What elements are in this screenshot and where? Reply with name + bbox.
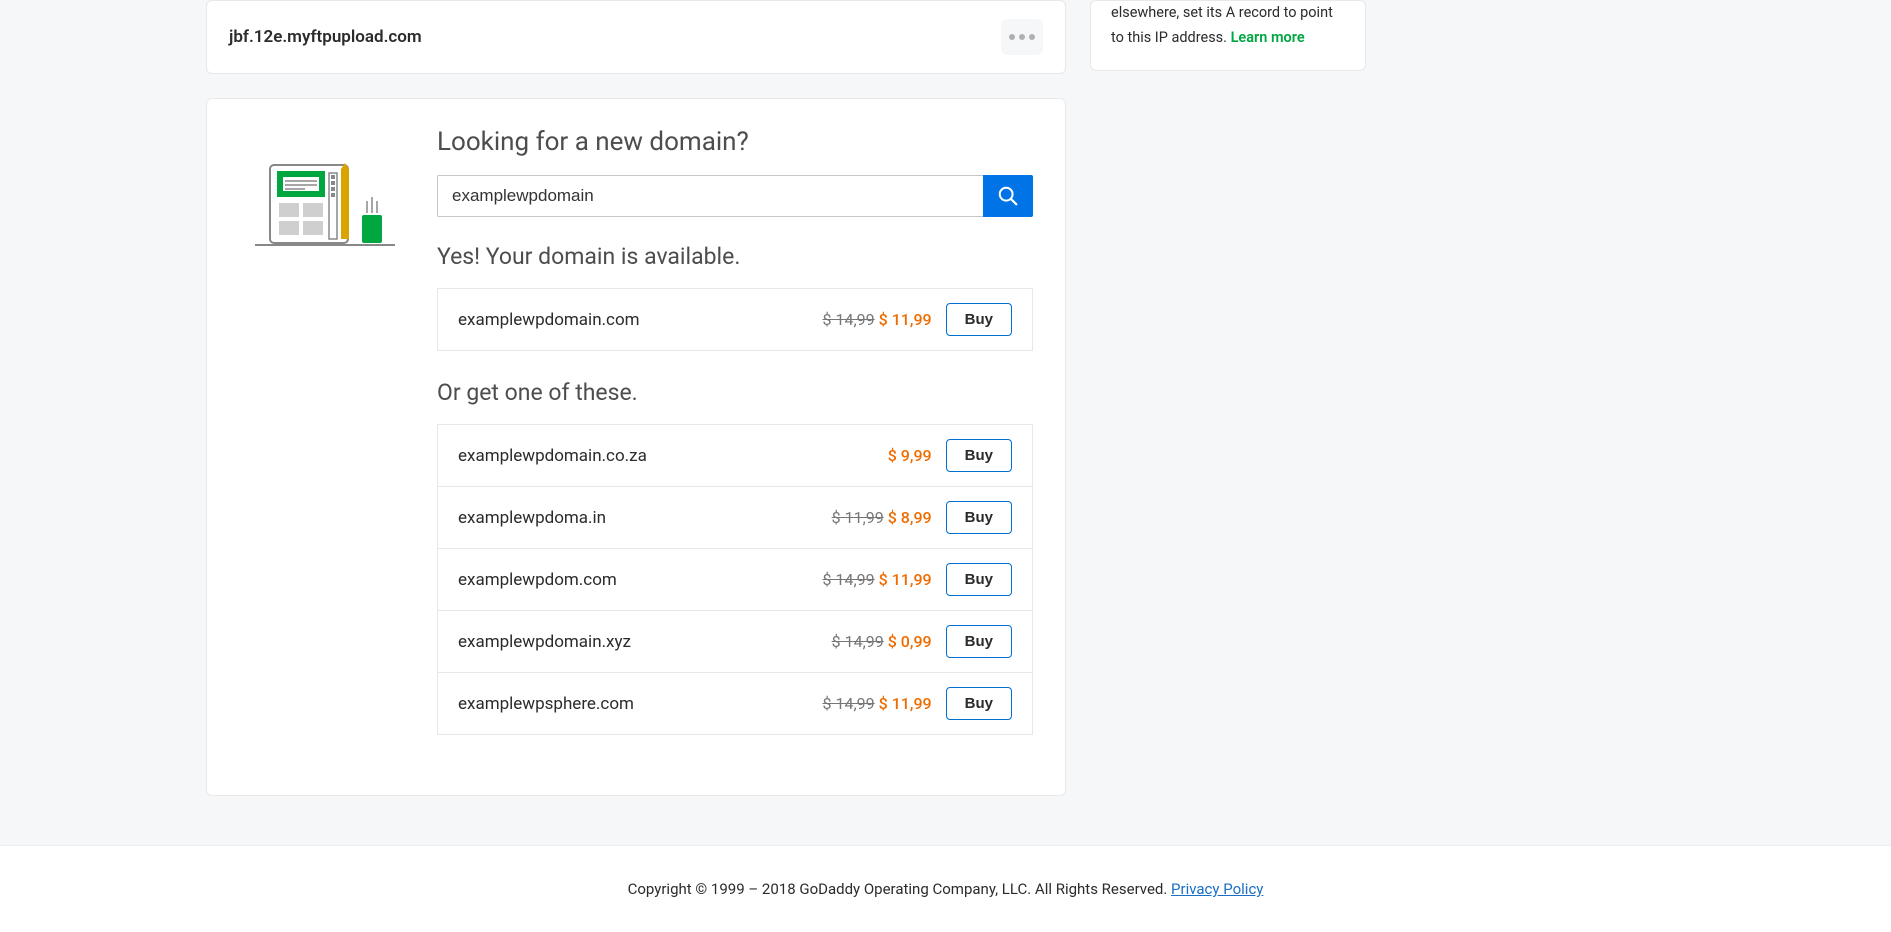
buy-button[interactable]: Buy — [946, 625, 1012, 658]
domain-name: examplewpdomain.co.za — [458, 446, 647, 466]
price-wrap: $ 11,99$ 8,99 — [832, 508, 932, 527]
price-old: $ 11,99 — [832, 508, 884, 527]
primary-result-group: examplewpdomain.com $ 14,99 $ 11,99 Buy — [437, 288, 1033, 351]
dot-icon — [1019, 34, 1025, 40]
price-wrap: $ 9,99 — [888, 446, 932, 465]
domain-result-row: examplewpdomain.xyz $ 14,99$ 0,99 Buy — [437, 610, 1033, 673]
search-row — [437, 175, 1033, 217]
alternatives-heading: Or get one of these. — [437, 379, 1033, 406]
price-wrap: $ 14,99$ 0,99 — [832, 632, 932, 651]
learn-more-link[interactable]: Learn more — [1231, 29, 1305, 46]
domain-result-row: examplewpsphere.com $ 14,99$ 11,99 Buy — [437, 672, 1033, 735]
available-heading: Yes! Your domain is available. — [437, 243, 1033, 270]
result-right: $ 14,99$ 0,99 Buy — [832, 625, 1012, 658]
price-new: $ 11,99 — [879, 694, 932, 713]
result-right: $ 11,99$ 8,99 Buy — [832, 501, 1012, 534]
price-new: $ 11,99 — [879, 570, 932, 589]
price-old: $ 14,99 — [823, 310, 875, 329]
domain-illustration — [235, 127, 405, 763]
price-old: $ 14,99 — [832, 632, 884, 651]
result-right: $ 14,99$ 11,99 Buy — [823, 687, 1012, 720]
domain-search-input[interactable] — [437, 175, 983, 217]
footer-text: Copyright © 1999 – 2018 GoDaddy Operatin… — [628, 880, 1171, 898]
alternatives-group: examplewpdomain.co.za$ 9,99Buyexamplewpd… — [437, 424, 1033, 735]
domain-result-row: examplewpdomain.co.za $ 9,99 Buy — [437, 424, 1033, 487]
price-new: $ 11,99 — [879, 310, 932, 329]
domain-name: examplewpdomain.com — [458, 310, 640, 330]
dot-icon — [1029, 34, 1035, 40]
current-domain-card: jbf.12e.myftpupload.com — [206, 0, 1066, 74]
price-new: $ 8,99 — [888, 508, 932, 527]
price-wrap: $ 14,99 $ 11,99 — [823, 310, 932, 329]
domain-result-row: examplewpdomain.com $ 14,99 $ 11,99 Buy — [437, 288, 1033, 351]
result-right: $ 9,99 Buy — [888, 439, 1012, 472]
buy-button[interactable]: Buy — [946, 439, 1012, 472]
price-new: $ 0,99 — [888, 632, 932, 651]
privacy-policy-link[interactable]: Privacy Policy — [1171, 880, 1263, 898]
domain-search-card: Looking for a new domain? Yes! Your doma… — [206, 98, 1066, 796]
price-new: $ 9,99 — [888, 446, 932, 465]
dot-icon — [1009, 34, 1015, 40]
domain-name: examplewpdom.com — [458, 570, 617, 590]
domain-result-row: examplewpdom.com $ 14,99$ 11,99 Buy — [437, 548, 1033, 611]
buy-button[interactable]: Buy — [946, 687, 1012, 720]
price-wrap: $ 14,99$ 11,99 — [823, 694, 932, 713]
domain-menu-button[interactable] — [1001, 19, 1043, 55]
result-right: $ 14,99 $ 11,99 Buy — [823, 303, 1012, 336]
footer: Copyright © 1999 – 2018 GoDaddy Operatin… — [0, 845, 1891, 932]
domain-result-row: examplewpdoma.in $ 11,99$ 8,99 Buy — [437, 486, 1033, 549]
price-old: $ 14,99 — [823, 570, 875, 589]
buy-button[interactable]: Buy — [946, 303, 1012, 336]
domain-name: examplewpsphere.com — [458, 694, 634, 714]
search-icon — [997, 185, 1019, 207]
domain-name: examplewpdomain.xyz — [458, 632, 631, 652]
buy-button[interactable]: Buy — [946, 563, 1012, 596]
price-old: $ 14,99 — [823, 694, 875, 713]
current-domain-text: jbf.12e.myftpupload.com — [229, 27, 422, 47]
search-heading: Looking for a new domain? — [437, 127, 1033, 157]
search-button[interactable] — [983, 175, 1033, 217]
domain-name: examplewpdoma.in — [458, 508, 606, 528]
info-card: elsewhere, set its A record to point to … — [1090, 0, 1366, 71]
buy-button[interactable]: Buy — [946, 501, 1012, 534]
result-right: $ 14,99$ 11,99 Buy — [823, 563, 1012, 596]
price-wrap: $ 14,99$ 11,99 — [823, 570, 932, 589]
